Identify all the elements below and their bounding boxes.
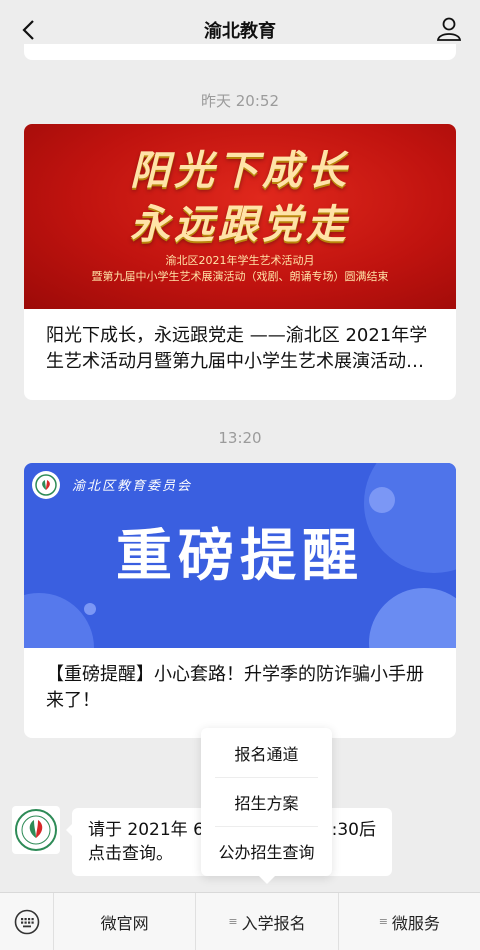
article-card[interactable]: 阳光下成长 永远跟党走 渝北区2021年学生艺术活动月 暨第九届中小学生艺术展演… <box>24 124 456 400</box>
menu-official-site[interactable]: 微官网 <box>54 892 197 950</box>
menu-label: 微官网 <box>100 913 149 933</box>
banner-headline: 重磅提醒 <box>116 524 364 589</box>
article-cover-image: 渝北区教育委员会 重磅提醒 <box>24 463 456 648</box>
decor-circle <box>24 593 94 648</box>
previous-card-edge <box>24 44 456 60</box>
keyboard-toggle-icon[interactable] <box>0 892 54 950</box>
message-text: 请于 2021年 6 <box>88 820 204 840</box>
submenu-item-registration-channel[interactable]: 报名通道 <box>215 728 318 777</box>
message-text: :30后 <box>331 820 376 840</box>
submenu-item-enrollment-plan[interactable]: 招生方案 <box>215 777 318 826</box>
menu-label: 微服务 <box>391 913 440 933</box>
decor-circle <box>84 603 96 615</box>
decor-circle <box>369 588 456 648</box>
page-title: 渝北教育 <box>204 21 276 42</box>
menu-label: 入学报名 <box>241 913 306 933</box>
back-icon[interactable] <box>14 14 42 46</box>
account-avatar[interactable] <box>12 806 60 854</box>
banner-headline: 阳光下成长 <box>130 148 350 194</box>
submenu-item-public-enrollment-query[interactable]: 公办招生查询 <box>215 826 318 875</box>
education-commission-logo <box>32 471 60 499</box>
banner-subtitle: 暨第九届中小学生艺术展演活动（戏剧、朗诵专场）圆满结束 <box>91 270 389 283</box>
banner-headline: 永远跟党走 <box>130 202 350 248</box>
menu-micro-services[interactable]: ≡ 微服务 <box>339 893 480 950</box>
article-card[interactable]: 渝北区教育委员会 重磅提醒 【重磅提醒】小心套路！升学季的防诈骗小手册来了！ <box>24 463 456 738</box>
decor-circle <box>369 487 395 513</box>
timestamp: 13:20 <box>218 429 262 447</box>
submenu-popup: 报名通道 招生方案 公办招生查询 <box>201 728 332 884</box>
banner-organization: 渝北区教育委员会 <box>72 479 193 494</box>
bottom-menu-bar: 微官网 ≡ 入学报名 ≡ 微服务 <box>0 892 480 950</box>
article-cover-image: 阳光下成长 永远跟党走 渝北区2021年学生艺术活动月 暨第九届中小学生艺术展演… <box>24 124 456 309</box>
user-profile-icon[interactable] <box>436 16 464 44</box>
submenu-indicator-icon: ≡ <box>378 915 388 928</box>
timestamp: 昨天 20:52 <box>201 92 279 110</box>
article-title: 阳光下成长，永远跟党走 ——渝北区 2021年学生艺术活动月暨第九届中小学生艺术… <box>46 325 428 372</box>
banner-subtitle: 渝北区2021年学生艺术活动月 <box>165 254 315 267</box>
menu-enrollment[interactable]: ≡ 入学报名 <box>196 892 339 950</box>
article-title: 【重磅提醒】小心套路！升学季的防诈骗小手册来了！ <box>46 664 424 711</box>
submenu-indicator-icon: ≡ <box>228 915 238 928</box>
